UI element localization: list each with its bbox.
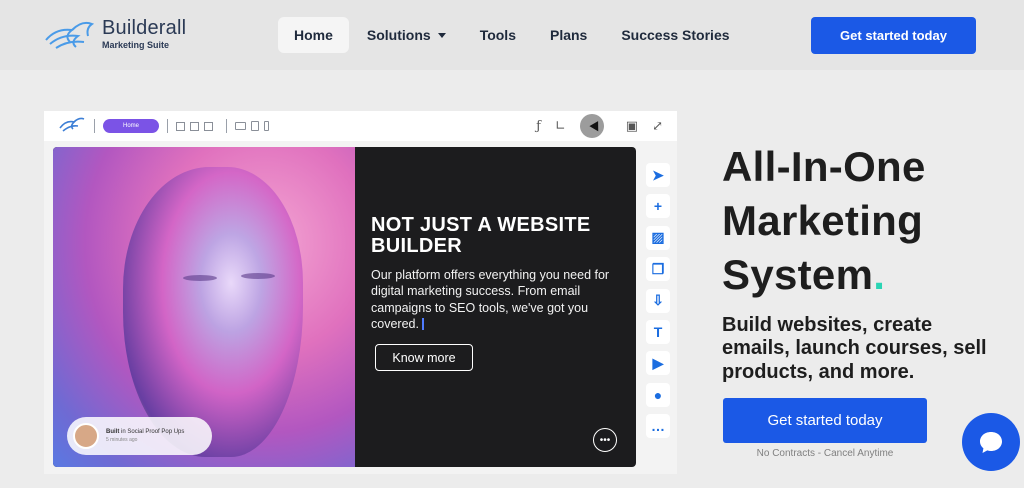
divider	[167, 119, 168, 133]
social-proof-time: 5 minutes ago	[106, 436, 138, 443]
social-proof-text: Built in Social Proof Pop Ups	[106, 429, 185, 436]
divider	[226, 119, 227, 133]
nav-item-tools[interactable]: Tools	[464, 17, 532, 53]
add-icon[interactable]: +	[646, 194, 670, 219]
text-caret	[421, 318, 424, 331]
know-more-button[interactable]: Know more	[375, 344, 473, 371]
pointer-icon[interactable]: ➤	[646, 163, 670, 187]
main-nav: Home Solutions Tools Plans Success Stori…	[278, 17, 748, 53]
nav-item-solutions[interactable]: Solutions	[351, 17, 462, 53]
chat-widget-button[interactable]	[962, 413, 1020, 471]
cursor-icon[interactable]	[579, 114, 604, 138]
hero-face-image: Built in Social Proof Pop Ups 5 minutes …	[53, 147, 355, 467]
builderall-logo-icon	[45, 21, 95, 49]
brand-name: Builderall	[102, 17, 187, 39]
nav-get-started-button[interactable]: Get started today	[811, 17, 976, 54]
chat-icon[interactable]: …	[646, 414, 670, 439]
chat-icon	[980, 432, 1002, 453]
chrome-face-illustration	[123, 167, 303, 457]
tablet-icon[interactable]	[251, 121, 259, 131]
editor-toolbar: Home ƒ ∟ ▣ ⤢	[44, 111, 677, 141]
user-icon[interactable]: ●	[646, 382, 670, 407]
ruler-icon[interactable]: ∟	[555, 119, 566, 134]
canvas-title: NOT JUST A WEBSITE BUILDER	[371, 214, 591, 257]
layout-icon[interactable]	[190, 121, 199, 131]
layout-icon[interactable]	[204, 121, 213, 131]
mobile-icon[interactable]	[264, 121, 269, 131]
nav-item-plans[interactable]: Plans	[534, 17, 603, 53]
face-eye	[183, 275, 217, 281]
canvas-hero-copy: NOT JUST A WEBSITE BUILDER Our platform …	[371, 215, 621, 332]
download-icon[interactable]: ⇩	[646, 288, 670, 313]
avatar	[73, 423, 99, 449]
brand-subtitle: Marketing Suite	[102, 40, 170, 50]
brand-logo[interactable]: Builderall Marketing Suite	[42, 14, 186, 54]
editor-toolbar-right: ƒ ∟ ▣ ⤢	[536, 111, 677, 141]
desktop-icon[interactable]	[235, 122, 246, 130]
page-selector-pill[interactable]: Home	[103, 119, 159, 133]
hero-headline: All-In-One Marketing System.	[722, 143, 926, 298]
canvas-description: Our platform offers everything you need …	[371, 268, 610, 331]
editor-logo-icon	[44, 114, 86, 139]
image-icon[interactable]: ▨	[646, 225, 670, 250]
nav-item-success-stories[interactable]: Success Stories	[605, 17, 745, 53]
editor-side-tools: ➤ + ▨ ❐ ⇩ T ▶ ● …	[646, 163, 670, 446]
top-navbar: Builderall Marketing Suite Home Solution…	[0, 0, 1024, 70]
hero-get-started-button[interactable]: Get started today	[723, 398, 927, 443]
text-icon[interactable]: T	[646, 319, 670, 344]
nav-item-home[interactable]: Home	[278, 17, 349, 53]
website-preview-canvas[interactable]: Built in Social Proof Pop Ups 5 minutes …	[53, 147, 636, 467]
font-icon[interactable]: ƒ	[536, 119, 541, 134]
no-contracts-note: No Contracts - Cancel Anytime	[756, 448, 894, 459]
play-icon[interactable]: ▶	[646, 351, 670, 376]
nav-item-solutions-label: Solutions	[366, 27, 431, 43]
chevron-down-icon	[437, 32, 446, 38]
save-icon[interactable]: ▣	[626, 119, 638, 134]
hero-subline: Build websites, create emails, launch co…	[722, 314, 987, 383]
fullscreen-icon[interactable]: ⤢	[652, 119, 663, 134]
face-eye	[241, 273, 275, 279]
layout-icon[interactable]	[176, 121, 185, 131]
divider	[94, 119, 95, 133]
copy-icon[interactable]: ❐	[646, 257, 670, 282]
headline-accent-dot: .	[873, 250, 886, 298]
social-proof-popup[interactable]: Built in Social Proof Pop Ups 5 minutes …	[67, 417, 212, 455]
chat-bubble-icon[interactable]: •••	[593, 428, 617, 452]
